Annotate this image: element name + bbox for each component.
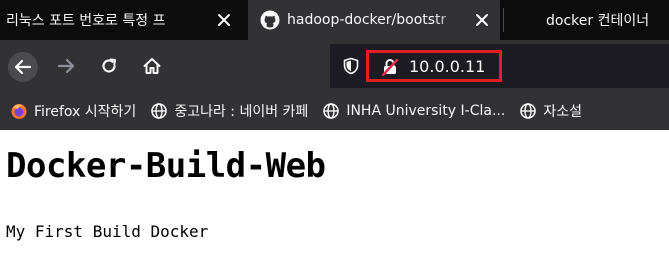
url-bar[interactable]: 10.0.0.11 (330, 44, 669, 88)
close-icon[interactable] (214, 10, 234, 30)
navigation-toolbar: 10.0.0.11 (0, 40, 669, 92)
tab-label: hadoop-docker/bootstr (287, 12, 447, 28)
tracking-protection-shield-icon[interactable] (342, 57, 360, 75)
close-icon[interactable] (472, 10, 492, 30)
url-text[interactable]: 10.0.0.11 (409, 57, 485, 77)
bookmark-label: 중고나라 : 네이버 카페 (174, 104, 309, 120)
github-icon (260, 10, 280, 30)
forward-button[interactable] (52, 52, 80, 80)
page-paragraph: My First Build Docker (6, 222, 209, 241)
firefox-icon (10, 102, 28, 120)
bookmark-inha-university[interactable]: INHA University I-Cla... (322, 102, 505, 120)
tab-strip: 리눅스 포트 번호로 특정 프 hadoop-docker/bootstr do… (0, 0, 669, 40)
tab-docker-container[interactable]: docker 컨테이너 (504, 0, 669, 40)
bookmarks-toolbar: Firefox 시작하기 중고나라 : 네이버 카페 INHA Universi… (0, 92, 669, 130)
globe-icon (150, 102, 168, 120)
tab-linux-port[interactable]: 리눅스 포트 번호로 특정 프 (0, 0, 242, 40)
forward-arrow-icon (57, 58, 75, 74)
back-arrow-icon (14, 59, 32, 75)
bookmark-label: Firefox 시작하기 (34, 104, 137, 120)
reload-button[interactable] (95, 52, 123, 80)
page-content: Docker-Build-Web My First Build Docker (0, 130, 669, 260)
url-highlight-box: 10.0.0.11 (366, 50, 502, 82)
insecure-lock-icon[interactable] (381, 58, 399, 77)
globe-icon (519, 102, 537, 120)
home-icon (143, 58, 161, 74)
browser-window: 리눅스 포트 번호로 특정 프 hadoop-docker/bootstr do… (0, 0, 669, 260)
tab-fade (432, 0, 472, 40)
bookmark-firefox-start[interactable]: Firefox 시작하기 (10, 101, 136, 121)
bookmark-label: INHA University I-Cla... (346, 103, 506, 119)
bookmark-jasoseol[interactable]: 자소설 (519, 101, 582, 121)
tab-hadoop-docker[interactable]: hadoop-docker/bootstr (248, 0, 500, 40)
globe-icon (322, 102, 340, 120)
bookmark-joonggonara[interactable]: 중고나라 : 네이버 카페 (150, 101, 308, 121)
home-button[interactable] (138, 52, 166, 80)
reload-icon (102, 58, 116, 73)
back-button[interactable] (8, 52, 38, 82)
tab-label: docker 컨테이너 (546, 13, 650, 29)
page-heading: Docker-Build-Web (6, 146, 326, 186)
bookmark-label: 자소설 (543, 104, 582, 120)
tab-fade (174, 0, 214, 40)
tab-label: 리눅스 포트 번호로 특정 프 (6, 13, 166, 29)
